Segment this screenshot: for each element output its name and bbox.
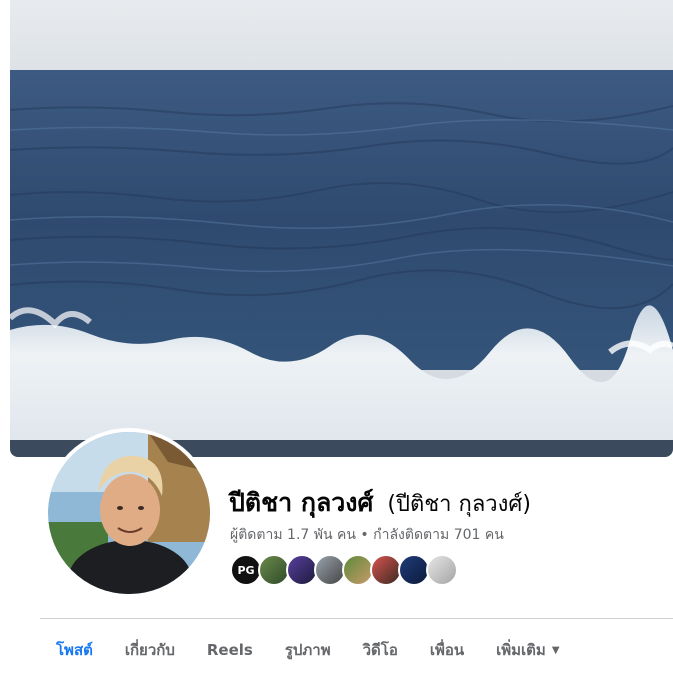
tab-label: เกี่ยวกับ bbox=[124, 641, 175, 659]
caret-down-icon: ▼ bbox=[551, 644, 560, 656]
profile-name-row: ปีติชา กุลวงศ์ (ปีติชา กุลวงศ์) bbox=[229, 483, 531, 523]
tab-label: วิดีโอ bbox=[362, 641, 398, 659]
followers-label: ผู้ติดตาม bbox=[230, 527, 283, 543]
friend-avatar[interactable] bbox=[426, 554, 458, 586]
pg-logo-text: PG bbox=[237, 563, 255, 577]
cover-sea-image bbox=[10, 0, 673, 457]
tab-posts[interactable]: โพสต์ bbox=[40, 630, 109, 670]
tab-label: โพสต์ bbox=[56, 641, 93, 659]
tab-reels[interactable]: Reels bbox=[191, 630, 269, 670]
profile-tabs: โพสต์ เกี่ยวกับ Reels รูปภาพ วิดีโอ เพื่… bbox=[40, 630, 576, 670]
profile-name: ปีติชา กุลวงศ์ bbox=[229, 488, 374, 517]
tab-label: เพิ่มเติม bbox=[496, 641, 546, 659]
followers-count: 1.7 พัน bbox=[287, 527, 333, 543]
tab-more[interactable]: เพิ่มเติม ▼ bbox=[480, 630, 575, 670]
profile-alternate-name: (ปีติชา กุลวงศ์) bbox=[387, 492, 531, 517]
following-count: 701 bbox=[453, 527, 481, 543]
follow-stats: ผู้ติดตาม 1.7 พัน คน • กำลังติดตาม 701 ค… bbox=[230, 524, 504, 546]
avatar-photo bbox=[48, 432, 210, 594]
followers-link[interactable]: ผู้ติดตาม 1.7 พัน คน bbox=[230, 527, 356, 543]
following-link[interactable]: กำลังติดตาม 701 คน bbox=[373, 527, 504, 543]
tab-about[interactable]: เกี่ยวกับ bbox=[109, 630, 191, 670]
cover-photo[interactable] bbox=[10, 0, 673, 457]
tab-friends[interactable]: เพื่อน bbox=[414, 630, 480, 670]
following-label: กำลังติดตาม bbox=[373, 527, 450, 543]
tab-videos[interactable]: วิดีโอ bbox=[347, 630, 414, 670]
tab-label: เพื่อน bbox=[429, 641, 465, 659]
profile-avatar[interactable] bbox=[44, 428, 214, 598]
following-unit: คน bbox=[484, 527, 504, 543]
tab-label: Reels bbox=[206, 641, 253, 659]
followers-unit: คน bbox=[337, 527, 356, 543]
tabs-divider bbox=[40, 618, 673, 619]
tab-photos[interactable]: รูปภาพ bbox=[269, 630, 347, 670]
profile-page: ปีติชา กุลวงศ์ (ปีติชา กุลวงศ์) ผู้ติดตา… bbox=[0, 0, 673, 675]
tab-label: รูปภาพ bbox=[284, 641, 331, 659]
stats-separator: • bbox=[360, 527, 369, 543]
mutual-friends-avatars: PG bbox=[230, 554, 458, 586]
